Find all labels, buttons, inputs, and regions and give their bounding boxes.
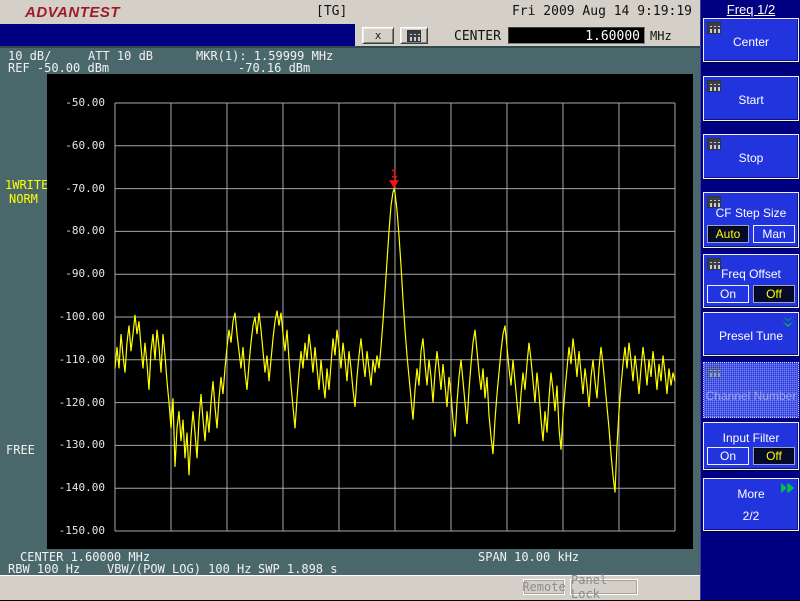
- y-axis-tick-label: -130.00: [58, 438, 105, 452]
- keypad-icon: [707, 22, 721, 34]
- cf-step-auto-option[interactable]: Auto: [707, 225, 749, 243]
- y-axis-tick-label: -70.00: [65, 181, 105, 195]
- softkey-input-filter[interactable]: Input Filter On Off: [703, 422, 799, 470]
- spectrum-analyzer-screen: ADVANTEST [TG] Fri 2009 Aug 14 9:19:19 x…: [0, 0, 800, 601]
- y-axis-tick-label: -110.00: [58, 352, 105, 366]
- datetime-label: Fri 2009 Aug 14 9:19:19: [511, 4, 692, 19]
- display-area: 10 dB/ ATT 10 dB MKR(1): 1.59999 MHz REF…: [0, 46, 700, 576]
- trace-write-label: 1WRITE: [5, 178, 49, 192]
- spectrum-svg: 1: [114, 102, 676, 532]
- keypad-icon: [707, 138, 721, 150]
- cf-step-man-option[interactable]: Man: [753, 225, 795, 243]
- y-axis-tick-label: -60.00: [65, 138, 105, 152]
- input-filter-on-option[interactable]: On: [707, 447, 749, 465]
- freq-offset-off-option[interactable]: Off: [753, 285, 795, 303]
- advantest-logo: ADVANTEST: [25, 4, 121, 21]
- softkey-start[interactable]: Start: [703, 76, 799, 121]
- input-filter-off-option[interactable]: Off: [753, 447, 795, 465]
- center-unit-label: MHz: [650, 29, 672, 43]
- center-frequency-input[interactable]: 1.60000: [508, 27, 645, 44]
- status-bar: Remote Panel Lock: [0, 573, 700, 601]
- marker-arrow-icon: [389, 180, 399, 189]
- keypad-icon: [407, 29, 421, 42]
- keypad-icon: [707, 366, 721, 378]
- cf-step-toggle: Auto Man: [707, 225, 795, 243]
- sweep-readout: SWP 1.898 s: [258, 562, 338, 576]
- y-axis-tick-label: -120.00: [58, 395, 105, 409]
- softkey-cf-step-size[interactable]: CF Step Size Auto Man: [703, 192, 799, 248]
- reference-readout: REF -50.00 dBm: [8, 61, 110, 75]
- freq-offset-toggle: On Off: [707, 285, 795, 303]
- y-axis-tick-label: -150.00: [58, 524, 105, 537]
- titlebar: ADVANTEST [TG] Fri 2009 Aug 14 9:19:19: [0, 0, 700, 24]
- y-axis-tick-label: -90.00: [65, 267, 105, 281]
- trigger-free-label: FREE: [6, 443, 35, 457]
- softkey-center[interactable]: Center: [703, 18, 799, 62]
- tg-indicator: [TG]: [316, 4, 348, 19]
- y-axis-tick-label: -100.00: [58, 310, 105, 323]
- toolbar: x CENTER 1.60000 MHz: [355, 24, 700, 46]
- center-field-label: CENTER: [454, 29, 501, 44]
- remote-indicator: Remote: [522, 579, 566, 595]
- y-axis-tick-label: -140.00: [58, 481, 105, 495]
- input-filter-toggle: On Off: [707, 447, 795, 465]
- marker-number-label: 1: [391, 167, 398, 180]
- softkey-presel-tune[interactable]: Presel Tune: [703, 312, 799, 356]
- softkey-more[interactable]: More 2/2: [703, 478, 799, 531]
- softkey-channel-number: Channel Number: [703, 362, 799, 418]
- y-axis-tick-label: -50.00: [65, 96, 105, 109]
- top-readout-bar: 10 dB/ ATT 10 dB MKR(1): 1.59999 MHz REF…: [0, 48, 700, 75]
- freq-offset-on-option[interactable]: On: [707, 285, 749, 303]
- panel-lock-indicator: Panel Lock: [570, 573, 638, 601]
- vbw-readout: VBW/(POW_LOG) 100 Hz: [107, 562, 252, 576]
- titlebar-accent: [0, 24, 355, 46]
- softkey-freq-offset[interactable]: Freq Offset On Off: [703, 254, 799, 308]
- softkey-stop[interactable]: Stop: [703, 134, 799, 179]
- chevron-down-icon: [782, 316, 794, 327]
- rbw-readout: RBW 100 Hz: [8, 562, 81, 576]
- spectrum-plot: 1 -50.00 -60.00 -70.00 -80.00 -90.00 -100.00 -…: [47, 74, 693, 549]
- close-button[interactable]: x: [362, 27, 394, 44]
- keypad-button[interactable]: [400, 27, 428, 44]
- span-readout: SPAN 10.00 kHz: [478, 550, 580, 564]
- keypad-icon: [707, 80, 721, 92]
- marker-readout-level: -70.16 dBm: [238, 61, 311, 75]
- trace-norm-label: NORM: [9, 192, 38, 206]
- y-axis-tick-label: -80.00: [65, 224, 105, 238]
- softkey-menu-title: Freq 1/2: [726, 2, 776, 17]
- softkey-sidebar: Freq 1/2 Center Start Stop CF Step Size …: [700, 0, 800, 600]
